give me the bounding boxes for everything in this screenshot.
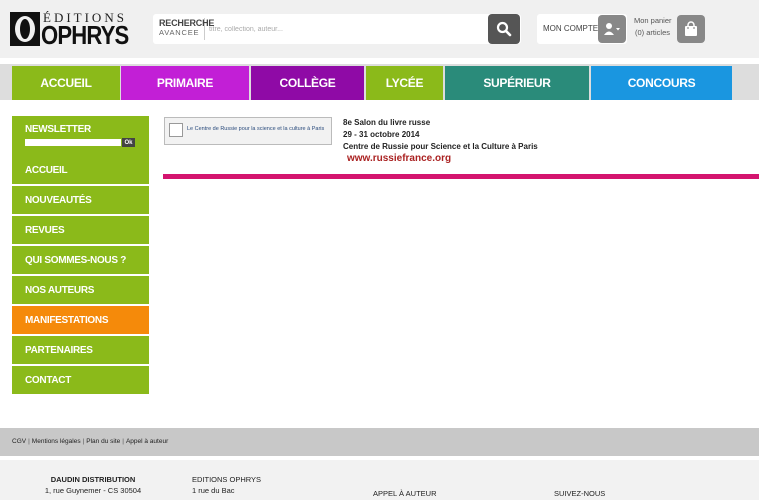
newsletter-ok-button[interactable]: Ok: [122, 138, 135, 147]
cart-count: (0) articles: [635, 28, 671, 37]
content-divider: [163, 174, 759, 179]
newsletter-box: NEWSLETTER Ok: [12, 116, 149, 156]
footer-link-plan[interactable]: Plan du site: [86, 438, 120, 445]
distributor-address: 1, rue Guynemer - CS 30504: [44, 486, 142, 495]
nav-tab-college[interactable]: COLLÈGE: [251, 66, 364, 100]
event-banner-image[interactable]: Le Centre de Russie pour la science et l…: [164, 117, 332, 145]
event-banner-caption: Le Centre de Russie pour la science et l…: [187, 126, 325, 132]
footer-publisher: EDITIONS OPHRYS 1 rue du Bac: [192, 474, 261, 496]
footer-appel-auteur[interactable]: APPEL À AUTEUR: [373, 488, 437, 499]
footer-link-appel[interactable]: Appel à auteur: [126, 438, 168, 445]
sidebar-item-partenaires[interactable]: PARTENAIRES: [12, 336, 149, 364]
newsletter-label: NEWSLETTER: [25, 124, 91, 135]
cart-button[interactable]: Mon panier (0) articles: [630, 14, 706, 44]
event-url-link[interactable]: www.russiefrance.org: [343, 153, 538, 165]
nav-tab-primaire[interactable]: PRIMAIRE: [121, 66, 249, 100]
event-description: 8e Salon du livre russe 29 - 31 octobre …: [343, 117, 538, 165]
event-title: 8e Salon du livre russe: [343, 118, 431, 127]
search-bar: RECHERCHE AVANCEE: [153, 14, 521, 44]
main-nav: ACCUEIL PRIMAIRE COLLÈGE LYCÉE SUPÉRIEUR…: [0, 64, 759, 100]
publisher-name: EDITIONS OPHRYS: [192, 475, 262, 484]
event-venue: Centre de Russie pour Science et la Cult…: [343, 142, 538, 151]
publisher-address: 1 rue du Bac: [192, 486, 235, 495]
sidebar-item-nouveautes[interactable]: NOUVEAUTÉS: [12, 186, 149, 214]
footer-follow-us: SUIVEZ-NOUS: [554, 489, 606, 498]
logo-mark-icon: [10, 12, 40, 46]
distributor-name: DAUDIN DISTRIBUTION: [50, 475, 136, 484]
footer-link-mentions[interactable]: Mentions légales: [32, 438, 81, 445]
shopping-bag-icon: [677, 15, 705, 43]
logo-ophrys-text: OPHRYS: [41, 20, 129, 50]
ophrys-logo[interactable]: ÉDITIONS OPHRYS: [10, 10, 135, 50]
site-header: ÉDITIONS OPHRYS RECHERCHE AVANCEE MON CO…: [0, 0, 759, 58]
footer-distributor: DAUDIN DISTRIBUTION 1, rue Guynemer - CS…: [38, 474, 148, 496]
nav-tab-concours[interactable]: CONCOURS: [591, 66, 732, 100]
site-footer: DAUDIN DISTRIBUTION 1, rue Guynemer - CS…: [0, 460, 759, 500]
sidebar-item-accueil[interactable]: ACCUEIL: [12, 156, 149, 184]
advanced-search-label-1: RECHERCHE: [159, 18, 215, 28]
sidebar-item-nos-auteurs[interactable]: NOS AUTEURS: [12, 276, 149, 304]
account-label: MON COMPTE: [543, 24, 599, 33]
event-dates: 29 - 31 octobre 2014: [343, 130, 420, 139]
sidebar-item-qui-sommes-nous[interactable]: QUI SOMMES-NOUS ?: [12, 246, 149, 274]
account-button[interactable]: MON COMPTE: [537, 14, 627, 44]
user-icon: [598, 15, 626, 43]
cart-label: Mon panier: [634, 16, 672, 25]
nav-tab-lycee[interactable]: LYCÉE: [366, 66, 443, 100]
nav-tab-accueil[interactable]: ACCUEIL: [12, 66, 120, 100]
sidebar-item-contact[interactable]: CONTACT: [12, 366, 149, 394]
nav-tab-superieur[interactable]: SUPÉRIEUR: [445, 66, 589, 100]
advanced-search-link[interactable]: RECHERCHE AVANCEE: [159, 18, 215, 40]
sidebar-item-manifestations[interactable]: MANIFESTATIONS: [12, 306, 149, 334]
search-button[interactable]: [488, 14, 520, 44]
footer-link-cgv[interactable]: CGV: [12, 438, 26, 445]
search-icon: [496, 21, 512, 37]
sidebar-item-revues[interactable]: REVUES: [12, 216, 149, 244]
search-input[interactable]: [209, 19, 479, 39]
emblem-icon: [169, 123, 183, 137]
footer-links-bar: CGV | Mentions légales | Plan du site | Appel …: [0, 428, 759, 456]
footer-links: CGV | Mentions légales | Plan du site | Appel …: [12, 438, 169, 445]
advanced-search-label-2: AVANCEE: [159, 28, 200, 37]
newsletter-email-input[interactable]: [25, 139, 121, 146]
